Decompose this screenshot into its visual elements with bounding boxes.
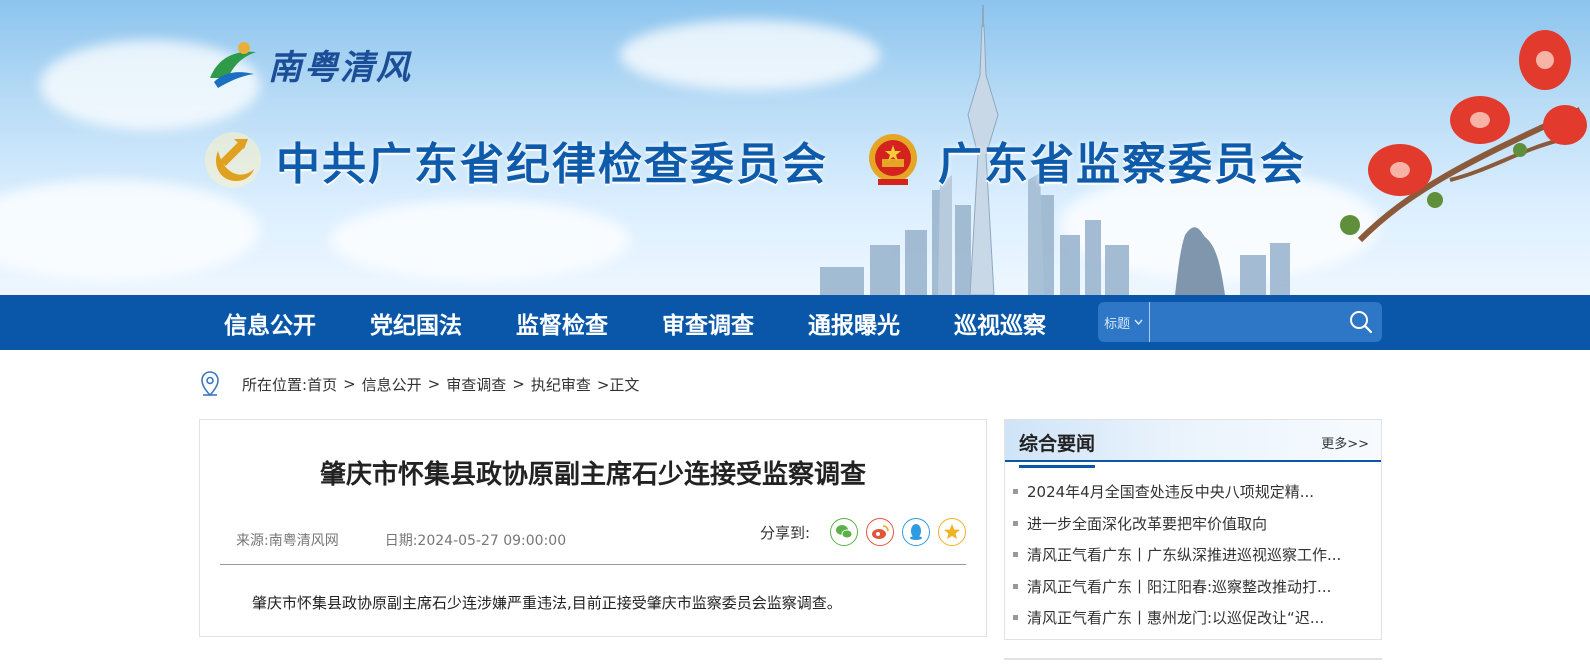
bullet-icon: [1013, 489, 1018, 495]
national-emblem-icon: [869, 134, 917, 185]
weibo-icon: [872, 525, 889, 539]
breadcrumb-separator: >: [512, 375, 525, 393]
nav-item-party-law[interactable]: 党纪国法: [370, 306, 462, 340]
sidebar-header: 综合要闻 更多>>: [1005, 420, 1381, 468]
lotus-logo-icon: [210, 42, 256, 88]
article-divider: [220, 564, 966, 565]
wechat-icon: [836, 525, 853, 539]
share-bar: 分享到:: [760, 518, 967, 546]
qzone-share-button[interactable]: [938, 518, 967, 546]
article-body: 肇庆市怀集县政协原副主席石少连涉嫌严重违法,目前正接受肇庆市监察委员会监察调查。: [252, 594, 842, 612]
news-list-item[interactable]: 2024年4月全国查处违反中央八项规定精...: [1005, 476, 1381, 508]
news-item-title: 清风正气看广东丨惠州龙门:以巡促改让“迟...: [1027, 609, 1325, 628]
news-item-title: 清风正气看广东丨广东纵深推进巡视巡察工作...: [1027, 546, 1342, 565]
qq-share-button[interactable]: [902, 518, 931, 546]
news-sidebar: 综合要闻 更多>> 2024年4月全国查处违反中央八项规定精... 进一步全面深…: [1004, 419, 1382, 640]
search-bar: 标题: [1098, 302, 1382, 342]
nav-item-inspection[interactable]: 巡视巡察: [954, 306, 1046, 340]
bullet-icon: [1013, 615, 1018, 621]
breadcrumb-info-disclosure[interactable]: 信息公开: [362, 374, 422, 395]
breadcrumb-discipline-review[interactable]: 执纪审查: [531, 374, 591, 395]
wechat-share-button[interactable]: [830, 518, 859, 546]
search-type-select[interactable]: 标题: [1098, 302, 1151, 342]
cloud-decoration: [330, 200, 630, 280]
org-title-supervision: 广东省监察委员会: [938, 139, 1306, 190]
news-item-title: 清风正气看广东丨阳江阳春:巡察整改推动打...: [1027, 577, 1332, 596]
breadcrumb-investigation[interactable]: 审查调查: [446, 374, 506, 395]
news-list: 2024年4月全国查处违反中央八项规定精... 进一步全面深化改革要把牢价值取向…: [1005, 476, 1381, 634]
news-item-title: 进一步全面深化改革要把牢价值取向: [1027, 514, 1268, 533]
breadcrumb-label: 所在位置:: [242, 375, 308, 394]
sidebar-more-link[interactable]: 更多>>: [1321, 433, 1369, 452]
organization-titles: 中共广东省纪律检查委员会 广东省监察委员会: [204, 128, 1306, 192]
breadcrumb-current: >正文: [596, 375, 640, 394]
article-title: 肇庆市怀集县政协原副主席石少连接受监察调查: [319, 460, 866, 490]
qq-icon: [910, 524, 923, 540]
cloud-decoration: [0, 180, 260, 280]
qzone-icon: [944, 524, 961, 539]
kapok-flowers-image: [1340, 30, 1587, 243]
search-type-value: 标题: [1104, 316, 1131, 332]
bullet-icon: [1013, 583, 1018, 589]
breadcrumb-separator: >: [427, 375, 441, 393]
org-title-party: 中共广东省纪律检查委员会: [276, 139, 828, 190]
bullet-icon: [1013, 552, 1018, 558]
party-emblem-icon: [205, 132, 261, 188]
breadcrumb-home[interactable]: 首页: [307, 374, 337, 395]
chevron-down-icon: [1134, 319, 1143, 325]
search-button[interactable]: [1339, 302, 1382, 342]
news-item-title: 2024年4月全国查处违反中央八项规定精...: [1027, 483, 1315, 502]
nav-item-info-disclosure[interactable]: 信息公开: [224, 306, 316, 340]
weibo-share-button[interactable]: [866, 518, 895, 546]
share-label: 分享到:: [760, 523, 811, 542]
search-icon: [1349, 311, 1372, 334]
sidebar-next-panel-edge: [1004, 658, 1382, 670]
site-logo[interactable]: 南粤清风: [204, 38, 412, 90]
article-meta: 来源:南粤清风网 日期:2024-05-27 09:00:00: [236, 530, 566, 550]
news-list-item[interactable]: 清风正气看广东丨广东纵深推进巡视巡察工作...: [1005, 539, 1381, 571]
breadcrumb-separator: >: [343, 375, 356, 393]
breadcrumb: 所在位置: 首页 > 信息公开 > 审查调查 > 执纪审查 >正文: [200, 371, 639, 397]
header-banner: 南粤清风 中共广东省纪律检查委员会 广东省监察委员会: [0, 0, 1590, 295]
main-nav: 信息公开 党纪国法 监督检查 审查调查 通报曝光 巡视巡察 标题: [0, 295, 1590, 350]
news-list-item[interactable]: 进一步全面深化改革要把牢价值取向: [1005, 508, 1381, 540]
nav-item-investigation[interactable]: 审查调查: [662, 306, 754, 340]
search-input[interactable]: [1150, 303, 1340, 341]
sidebar-title: 综合要闻: [1019, 429, 1096, 468]
logo-text: 南粤清风: [268, 47, 412, 88]
bullet-icon: [1013, 520, 1018, 526]
article-source: 来源:南粤清风网: [236, 533, 339, 549]
location-pin-icon: [201, 371, 219, 397]
nav-item-supervision[interactable]: 监督检查: [516, 306, 608, 340]
news-list-item[interactable]: 清风正气看广东丨阳江阳春:巡察整改推动打...: [1005, 571, 1381, 603]
news-list-item[interactable]: 清风正气看广东丨惠州龙门:以巡促改让“迟...: [1005, 602, 1381, 634]
nav-item-exposure[interactable]: 通报曝光: [808, 306, 900, 340]
article-date: 日期:2024-05-27 09:00:00: [384, 533, 567, 549]
article-panel: 肇庆市怀集县政协原副主席石少连接受监察调查 来源:南粤清风网 日期:2024-0…: [199, 419, 987, 637]
